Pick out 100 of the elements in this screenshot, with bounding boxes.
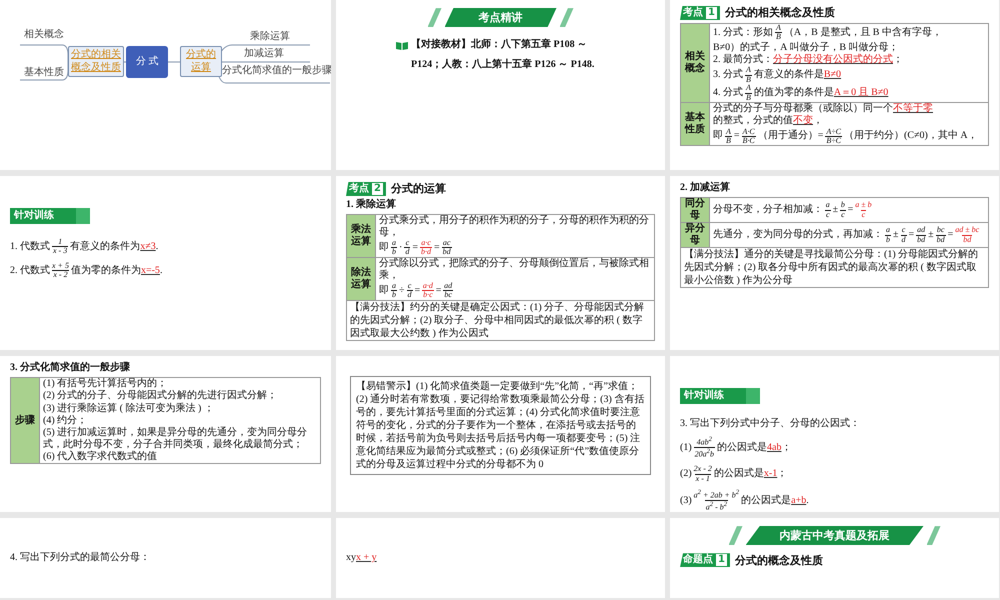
slide-thumbnail[interactable]: 内蒙古中考真题及拓展 命题点 1 分式的概念及性质 xyxy=(670,518,999,598)
fraction-numerator: a·c xyxy=(421,239,431,248)
subtitle: 2. 加减运算 xyxy=(680,182,731,194)
answer-text: A＝0 且 B≠0 xyxy=(834,87,888,100)
line-text: 2. 最简分式： xyxy=(713,54,773,66)
line-text: (2) xyxy=(680,468,692,480)
line-text: 的公因式是 xyxy=(717,442,767,454)
answer-text: 不变 xyxy=(793,115,813,128)
mindmap-center-node: 分 式 xyxy=(126,46,168,78)
mindmap-leaf: 相关概念 xyxy=(24,30,64,40)
line-text: ± xyxy=(928,229,934,241)
slide-thumbnail[interactable]: 3. 分式化简求值的一般步骤 步骤 (1) 有括号先计算括号内的； (2) 分式的分子、分母能因式分解的先进行因式分解； (3) 进行乘除运算 ( 除法可变为乘法 ) ； (4) 约分； (5) 进行加减运算时，如果是异分母的先通分，变为同分母分式，此时分母不变，分子合并同类项，最终化成最简分式； (6) 代入数字求代数式的值 xyxy=(0,356,331,512)
fraction-denominator: b xyxy=(391,290,397,300)
answer-text: a+b xyxy=(791,494,806,507)
line-text: (4) 约分； xyxy=(43,414,88,426)
line-text: = xyxy=(734,130,740,142)
heading-title: 分式的相关概念及性质 xyxy=(724,6,835,20)
tag-number: 1 xyxy=(706,7,717,19)
line-text: (1) 有括号先计算括号内的； xyxy=(43,378,168,390)
fraction-denominator: B xyxy=(725,136,732,146)
slide-thumbnail[interactable] xyxy=(670,0,999,170)
line-text: （用于约分） xyxy=(844,130,904,142)
fraction-numerator: a$^{2}$ + 2ab + b$^{2}$ xyxy=(694,489,740,500)
fraction-denominator: x - 3 xyxy=(52,246,68,256)
fraction-denominator: B÷C xyxy=(825,136,842,146)
fraction-numerator: A·C xyxy=(742,128,755,136)
line-text: 1. 分式：形如 xyxy=(713,26,773,39)
line-text: = xyxy=(434,242,440,254)
fraction-numerator: a xyxy=(392,239,396,248)
connector-line xyxy=(20,44,68,62)
line-text: 即 xyxy=(713,130,723,142)
fraction-numerator: a ± b xyxy=(855,201,872,210)
fraction-denominator: bd xyxy=(962,234,972,244)
line-text: 4. 分式 xyxy=(713,87,743,100)
fraction-numerator: x + 5 xyxy=(52,262,69,270)
line-text: (3) xyxy=(680,494,692,507)
fraction-denominator: bc xyxy=(443,290,453,300)
answer-text: x≠3 xyxy=(140,240,156,253)
fraction-denominator: bd xyxy=(936,234,946,244)
heading-title: 分式的概念及性质 xyxy=(734,554,823,567)
line-text: (5) 进行加减运算时，如果是异分母的先通分，变为同分母分式，此时分母不变，分子合并同类项，最终化成最简分式； xyxy=(43,427,308,450)
fraction-denominator: B xyxy=(775,32,782,42)
line-text: = xyxy=(848,204,854,216)
line-text: 分式乘分式，用分子的积作为积的分子，分母的积作为积的分母， xyxy=(379,215,650,239)
line-text: ； xyxy=(781,442,792,454)
fraction-denominator: c xyxy=(840,210,846,219)
line-text: （用于通分）= xyxy=(758,130,824,142)
line-text: 分式除以分式，把除式的分子、分母颠倒位置后，与被除式相乘， xyxy=(379,258,650,282)
table-header-cell: 步骤 xyxy=(10,378,40,464)
slide-thumbnail[interactable] xyxy=(336,356,665,512)
slide-thumbnail[interactable]: xyx + y xyxy=(336,518,665,598)
mindmap-branch-node: 分式的运算 xyxy=(180,46,222,77)
answer-text: 4ab xyxy=(767,442,782,454)
fraction-denominator: d xyxy=(406,290,412,300)
fraction-denominator: b·d xyxy=(420,247,432,257)
slide-thumbnail[interactable] xyxy=(336,176,665,350)
fraction-numerator: 4ab$^{2}$ xyxy=(696,436,712,448)
line-text: (2) 分式的分子、分母能因式分解的先进行因式分解； xyxy=(43,390,278,402)
line-text: 4. 写出下列分式的最简公分母： xyxy=(10,552,150,564)
slide-thumbnail[interactable]: 4. 写出下列分式的最简公分母： xyxy=(0,518,331,598)
fraction-denominator: bd xyxy=(442,247,452,257)
line-text: = xyxy=(436,284,442,297)
fraction-denominator: b xyxy=(391,247,397,257)
answer-text: 不等于零 xyxy=(893,102,933,115)
answer-text: 分子分母没有公因式的分式 xyxy=(773,54,893,66)
line-text: 有意义的条件为 xyxy=(70,240,140,253)
line-text: = xyxy=(948,229,954,241)
subtitle: 1. 乘除运算 xyxy=(346,199,397,211)
line-text: 同一个 xyxy=(863,102,893,115)
line-text: = xyxy=(908,229,914,241)
mindmap-branch-node: 分式的相关概念及性质 xyxy=(68,46,124,77)
fraction-denominator: d xyxy=(404,247,410,257)
table-header-cell: 乘法运算 xyxy=(346,214,376,258)
fraction-denominator: B·C xyxy=(742,136,756,146)
line-text: 的值为零的条件是 xyxy=(754,87,834,100)
fraction-denominator: x - 2 xyxy=(52,270,69,280)
reference-text: 【对接教材】北师：八下第五章 P108 ～ P124；人教：八上第十五章 P126 ～ P148. xyxy=(411,37,596,72)
fraction-numerator: ac xyxy=(442,239,450,248)
fraction-numerator: A xyxy=(726,128,731,136)
line-text: (C≠0)，其中 A， xyxy=(904,130,978,142)
fraction-numerator: A xyxy=(776,24,781,32)
slide-thumbnail[interactable]: 考点精讲 【对接教材】北师：八下第五章 P108 ～ P124；人教：八上第十五章 P126 ～ P148. xyxy=(336,0,665,170)
answer-text: x=-5 xyxy=(140,264,160,277)
line-text: 的公因式是 xyxy=(741,494,792,507)
answer-text: B≠0 xyxy=(824,69,842,82)
note-cell: 【满分技法】约分的关键是确定公因式：(1) 分子、分母能因式分解的先因式分解；(2) 取分子、分母中相同因式的最低次幂的积 ( 数字因式取最大公约数 ) 作为公因式 xyxy=(346,300,654,340)
line-text: （A，B 是整式，且 B 中含有字母， xyxy=(784,26,942,39)
tag-number: 2 xyxy=(372,183,383,195)
line-text: ± xyxy=(832,204,838,216)
fraction-denominator: b xyxy=(885,234,891,244)
line-text: 值为零的条件为 xyxy=(70,264,141,277)
practice-tag: 针对训练 xyxy=(680,388,760,404)
fraction-denominator: b·c xyxy=(422,290,434,300)
fraction-numerator: A÷C xyxy=(826,128,842,136)
fraction-denominator: c xyxy=(825,210,831,219)
line-text: = xyxy=(412,242,418,254)
fraction-numerator: a xyxy=(392,282,396,290)
line-text: 即 xyxy=(379,284,389,297)
section-title-banner: 内蒙古中考真题及拓展 xyxy=(746,526,924,546)
mindmap-leaf: 乘除运算 xyxy=(250,32,290,42)
